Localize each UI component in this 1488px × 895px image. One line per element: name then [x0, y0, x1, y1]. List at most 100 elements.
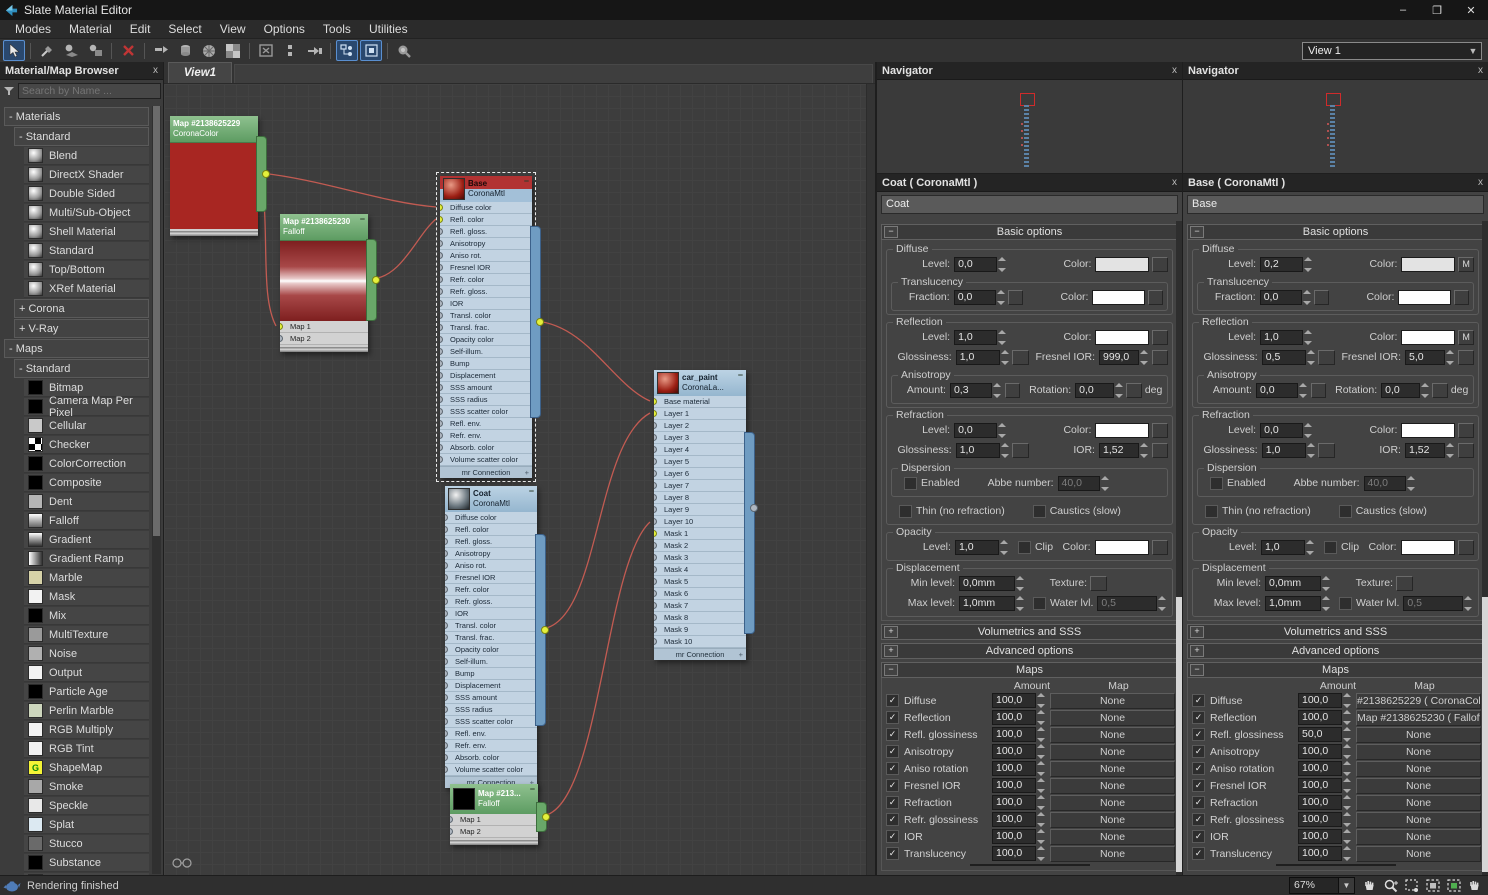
refraction-level-field[interactable]: 0,0	[1260, 422, 1304, 438]
spinner[interactable]	[1304, 421, 1313, 440]
zoom-extents-icon[interactable]	[1423, 877, 1442, 894]
input-socket-dot[interactable]	[280, 322, 283, 330]
input-slot[interactable]: Mask 2	[654, 540, 746, 552]
dispersion-enabled-checkbox[interactable]	[904, 476, 917, 490]
input-socket-dot[interactable]	[445, 513, 448, 521]
reflection-color-map-button[interactable]	[1152, 329, 1168, 345]
spinner[interactable]	[1306, 348, 1316, 367]
input-socket-dot[interactable]	[440, 371, 443, 379]
input-slot[interactable]: Mask 7	[654, 600, 746, 612]
thin-no-refraction-checkbox[interactable]	[1205, 504, 1218, 518]
browser-row[interactable]: DirectX Shader	[24, 166, 149, 184]
browser-row[interactable]: Stucco	[24, 835, 149, 853]
displacement-texture-button[interactable]	[1396, 575, 1413, 591]
rollout-volumetrics-sss[interactable]: + Volumetrics and SSS	[881, 624, 1178, 640]
water-level-checkbox[interactable]	[1339, 596, 1352, 610]
input-socket-dot[interactable]	[440, 407, 443, 415]
input-slot[interactable]: Mask 9	[654, 624, 746, 636]
map-slot-button[interactable]: None	[1356, 845, 1481, 862]
input-slot[interactable]: Absorb. color	[440, 442, 532, 454]
input-socket-dot[interactable]	[445, 717, 448, 725]
input-slot[interactable]: Diffuse color	[440, 202, 532, 214]
material-name-field[interactable]: Coat	[881, 195, 1178, 214]
menu-item[interactable]: Utilities	[360, 22, 417, 36]
input-socket-dot[interactable]	[654, 397, 657, 405]
input-socket-dot[interactable]	[440, 347, 443, 355]
expand-icon[interactable]: +	[1190, 626, 1204, 638]
input-socket-dot[interactable]	[440, 299, 443, 307]
browser-row[interactable]: Noise	[24, 645, 149, 663]
input-socket-dot[interactable]	[440, 443, 443, 451]
map-enable-checkbox[interactable]	[1192, 694, 1205, 707]
input-socket-dot[interactable]	[440, 275, 443, 283]
input-socket-dot[interactable]	[440, 287, 443, 295]
browser-row[interactable]: - Maps	[4, 339, 149, 358]
map-amount-field[interactable]: 100,0	[1298, 795, 1342, 810]
opacity-color-map-button[interactable]	[1151, 539, 1168, 555]
input-slot[interactable]: Refr. gloss.	[440, 286, 532, 298]
tab-view1[interactable]: View1	[168, 62, 232, 83]
rotation-map-button[interactable]	[1432, 382, 1448, 398]
reflection-level-field[interactable]: 1,0	[1260, 329, 1304, 345]
anisotropy-map-button[interactable]	[1004, 382, 1021, 398]
dispersion-enabled-checkbox[interactable]	[1210, 476, 1223, 490]
node-minimize-icon[interactable]: −	[360, 214, 365, 224]
input-socket-dot[interactable]	[445, 525, 448, 533]
browser-row[interactable]: Checker	[24, 436, 149, 454]
node-falloff-bottom[interactable]: Map #213... Falloff − Map 1 Map 2	[450, 784, 550, 845]
input-socket-dot[interactable]	[440, 215, 443, 223]
input-socket-dot[interactable]	[445, 549, 448, 557]
map-enable-checkbox[interactable]	[886, 711, 899, 724]
spinner[interactable]	[1000, 348, 1010, 367]
refraction-color-map-button[interactable]	[1152, 422, 1168, 438]
node-minimize-icon[interactable]: −	[529, 486, 534, 496]
expand-icon[interactable]: +	[884, 626, 898, 638]
fresnel-ior-field[interactable]: 999,0	[1098, 349, 1140, 365]
rollout-advanced-options[interactable]: + Advanced options	[881, 643, 1178, 659]
abbe-number-field[interactable]: 40,0	[1057, 475, 1100, 491]
map-amount-field[interactable]: 100,0	[992, 829, 1036, 844]
input-socket-dot[interactable]	[440, 239, 443, 247]
browser-row[interactable]: RGB Multiply	[24, 721, 149, 739]
spinner[interactable]	[1140, 441, 1149, 460]
map-enable-checkbox[interactable]	[1192, 745, 1205, 758]
move-children-icon[interactable]	[150, 40, 172, 61]
browser-row[interactable]: Blend	[24, 147, 149, 165]
panel-scrollbar[interactable]	[1482, 221, 1488, 876]
input-socket-dot[interactable]	[445, 645, 448, 653]
map-amount-field[interactable]: 100,0	[992, 727, 1036, 742]
input-slot[interactable]: Displacement	[445, 680, 537, 692]
input-socket-dot[interactable]	[654, 517, 657, 525]
filter-icon[interactable]	[4, 86, 15, 96]
zoom-percent-field[interactable]: 67%	[1289, 877, 1339, 894]
browser-row[interactable]: Particle Age	[24, 683, 149, 701]
browser-row[interactable]: Camera Map Per Pixel	[24, 395, 149, 419]
input-slot[interactable]: Layer 1	[654, 408, 746, 420]
node-minimize-icon[interactable]: −	[530, 784, 535, 794]
node-base-coronamtl[interactable]: Base CoronaMtl − Diffuse color Refl. col…	[436, 172, 544, 482]
input-slot[interactable]: Base material	[654, 396, 746, 408]
input-socket-dot[interactable]	[440, 395, 443, 403]
input-slot[interactable]: Bump	[440, 358, 532, 370]
reflection-glossiness-field[interactable]: 1,0	[955, 349, 1000, 365]
output-socket[interactable]	[744, 432, 758, 634]
map-amount-field[interactable]: 100,0	[1298, 744, 1342, 759]
ior-map-button[interactable]	[1151, 442, 1169, 458]
spinner[interactable]	[1306, 441, 1316, 460]
show-background-icon[interactable]	[222, 40, 244, 61]
parameter-panel-close-icon[interactable]: x	[1478, 177, 1483, 188]
input-slot[interactable]: Map 2	[450, 826, 538, 838]
browser-row[interactable]: Marble	[24, 569, 149, 587]
panel-scrollbar[interactable]	[1176, 221, 1182, 876]
input-socket-dot[interactable]	[654, 457, 657, 465]
input-slot[interactable]: Fresnel IOR	[445, 572, 537, 584]
input-socket-dot[interactable]	[440, 455, 443, 463]
input-socket-dot[interactable]	[654, 469, 657, 477]
spinner[interactable]	[1016, 574, 1025, 593]
input-slot[interactable]: Bump	[445, 668, 537, 680]
rotation-map-button[interactable]	[1126, 382, 1142, 398]
browser-row[interactable]: Gradient Ramp	[24, 550, 149, 568]
input-slot[interactable]: Opacity color	[440, 334, 532, 346]
map-enable-checkbox[interactable]	[886, 694, 899, 707]
input-socket-dot[interactable]	[445, 561, 448, 569]
